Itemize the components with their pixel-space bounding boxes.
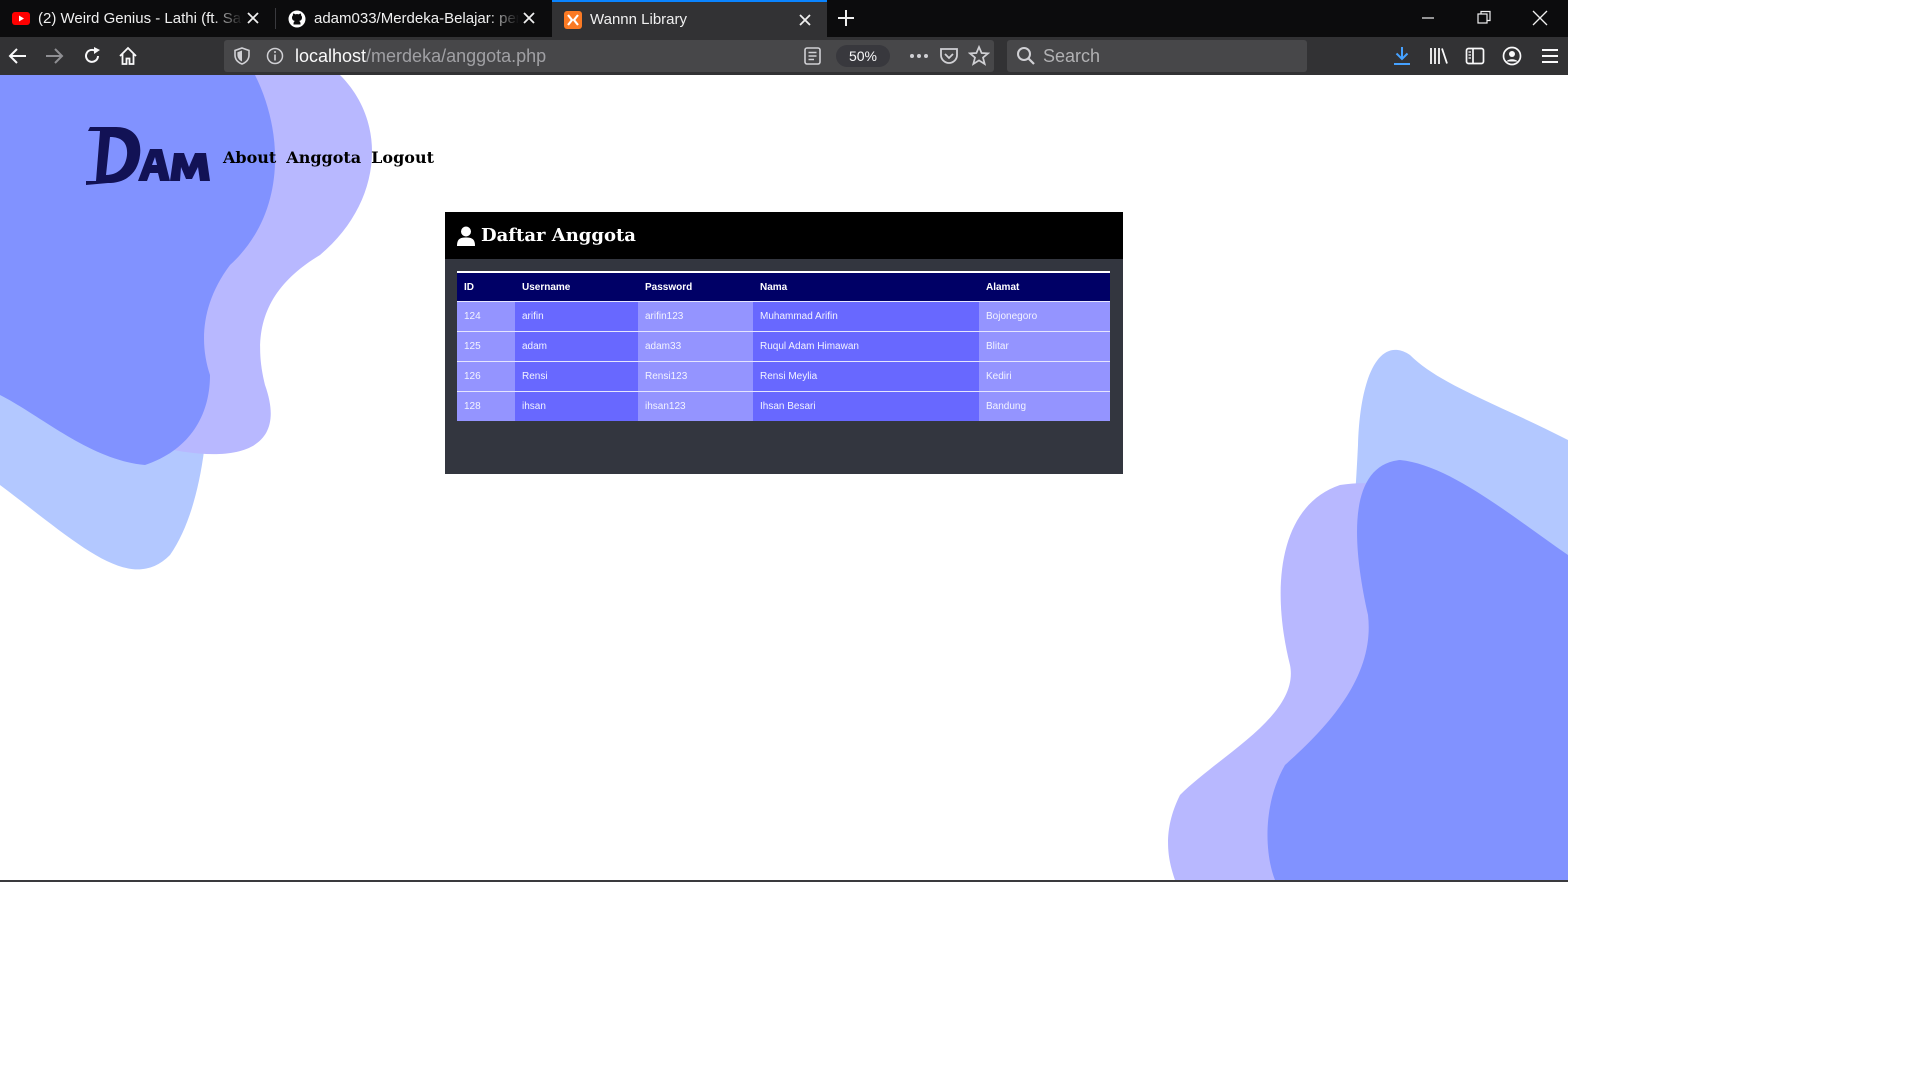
site-nav: About Anggota Logout [223, 148, 434, 167]
download-icon[interactable] [1392, 46, 1412, 66]
close-tab-icon[interactable] [245, 10, 261, 26]
nav-logout-link[interactable]: Logout [371, 148, 434, 167]
cell-id: 126 [457, 361, 515, 392]
tab-wannn-library[interactable]: Wannn Library [552, 0, 827, 37]
dam-logo[interactable] [86, 127, 210, 187]
table-row: 126 Rensi Rensi123 Rensi Meylia Kediri [457, 361, 1110, 392]
window-bottom-border [0, 880, 1568, 882]
address-bar[interactable]: localhost/merdeka/anggota.php 50% [224, 40, 994, 72]
column-header-nama: Nama [760, 281, 788, 293]
minimize-icon[interactable] [1418, 8, 1438, 28]
forward-arrow-icon[interactable] [44, 46, 64, 66]
home-icon[interactable] [118, 46, 138, 66]
bookmark-star-icon[interactable] [968, 45, 990, 67]
sidebar-toggle-icon[interactable] [1465, 46, 1485, 66]
tab-youtube[interactable]: (2) Weird Genius - Lathi (ft. Sara Fajir… [0, 0, 275, 37]
cell-alamat: Kediri [979, 361, 1110, 392]
cell-username: Rensi [515, 361, 638, 392]
url-text: localhost/merdeka/anggota.php [295, 46, 546, 67]
reload-icon[interactable] [82, 46, 102, 66]
cell-id: 125 [457, 331, 515, 362]
cell-password: arifin123 [638, 301, 753, 332]
members-panel: Daftar Anggota ID Username Password Nama… [445, 212, 1123, 474]
column-header-username: Username [522, 281, 571, 293]
cell-id: 128 [457, 391, 515, 421]
restore-icon[interactable] [1474, 8, 1494, 28]
table-row: 124 arifin arifin123 Muhammad Arifin Boj… [457, 301, 1110, 332]
page-title: Daftar Anggota [481, 225, 636, 246]
tab-github[interactable]: adam033/Merdeka-Belajar: pen [276, 0, 551, 37]
close-tab-icon[interactable] [797, 12, 813, 28]
search-placeholder: Search [1043, 46, 1101, 66]
table-row: 128 ihsan ihsan123 Ihsan Besari Bandung [457, 391, 1110, 421]
cell-id: 124 [457, 301, 515, 332]
nav-about-link[interactable]: About [223, 148, 276, 167]
cell-alamat: Blitar [979, 331, 1110, 362]
zoom-level-button[interactable]: 50% [836, 45, 890, 67]
cell-password: adam33 [638, 331, 753, 362]
tab-bar: (2) Weird Genius - Lathi (ft. Sara Fajir… [0, 0, 1568, 37]
page-viewport: About Anggota Logout Daftar Anggota ID U… [0, 75, 1568, 880]
account-icon[interactable] [1502, 46, 1522, 66]
cell-username: adam [515, 331, 638, 362]
reader-view-icon[interactable] [803, 46, 822, 66]
hamburger-menu-icon[interactable] [1540, 46, 1560, 66]
url-path: /merdeka/anggota.php [366, 46, 547, 66]
navigation-toolbar: localhost/merdeka/anggota.php 50% Search [0, 37, 1568, 75]
pocket-icon[interactable] [939, 46, 959, 66]
background-blobs [0, 75, 1568, 880]
cell-username: arifin [515, 301, 638, 332]
info-icon[interactable] [266, 47, 284, 65]
column-header-id: ID [464, 281, 474, 293]
cell-alamat: Bandung [979, 391, 1110, 421]
cell-nama: Rensi Meylia [753, 361, 979, 392]
cell-nama: Ihsan Besari [753, 391, 979, 421]
close-tab-icon[interactable] [521, 10, 537, 26]
cell-nama: Muhammad Arifin [753, 301, 979, 332]
user-icon [457, 226, 475, 246]
library-icon[interactable] [1429, 46, 1449, 66]
cell-nama: Ruqul Adam Himawan [753, 331, 979, 362]
tab-label: Wannn Library [590, 11, 687, 28]
back-arrow-icon[interactable] [8, 46, 28, 66]
shield-icon[interactable] [233, 47, 251, 65]
nav-anggota-link[interactable]: Anggota [286, 148, 361, 167]
tab-label: (2) Weird Genius - Lathi (ft. Sara Fajir… [38, 10, 243, 27]
page-actions-icon[interactable] [908, 47, 930, 65]
search-icon [1017, 47, 1035, 65]
table-row: 125 adam adam33 Ruqul Adam Himawan Blita… [457, 331, 1110, 362]
search-input[interactable]: Search [1007, 40, 1307, 72]
members-table: ID Username Password Nama Alamat 124 ari… [457, 271, 1110, 421]
column-header-password: Password [645, 281, 693, 293]
url-host: localhost [295, 46, 367, 66]
table-header-row: ID Username Password Nama Alamat [457, 272, 1110, 302]
cell-alamat: Bojonegoro [979, 301, 1110, 332]
github-icon [288, 10, 306, 28]
close-window-icon[interactable] [1530, 8, 1550, 28]
xampp-icon [564, 10, 582, 29]
tab-label: adam033/Merdeka-Belajar: pen [314, 10, 519, 27]
cell-password: ihsan123 [638, 391, 753, 421]
column-header-alamat: Alamat [986, 281, 1020, 293]
panel-header: Daftar Anggota [445, 212, 1123, 259]
cell-username: ihsan [515, 391, 638, 421]
cell-password: Rensi123 [638, 361, 753, 392]
new-tab-icon[interactable] [836, 8, 856, 28]
youtube-icon [12, 10, 30, 28]
